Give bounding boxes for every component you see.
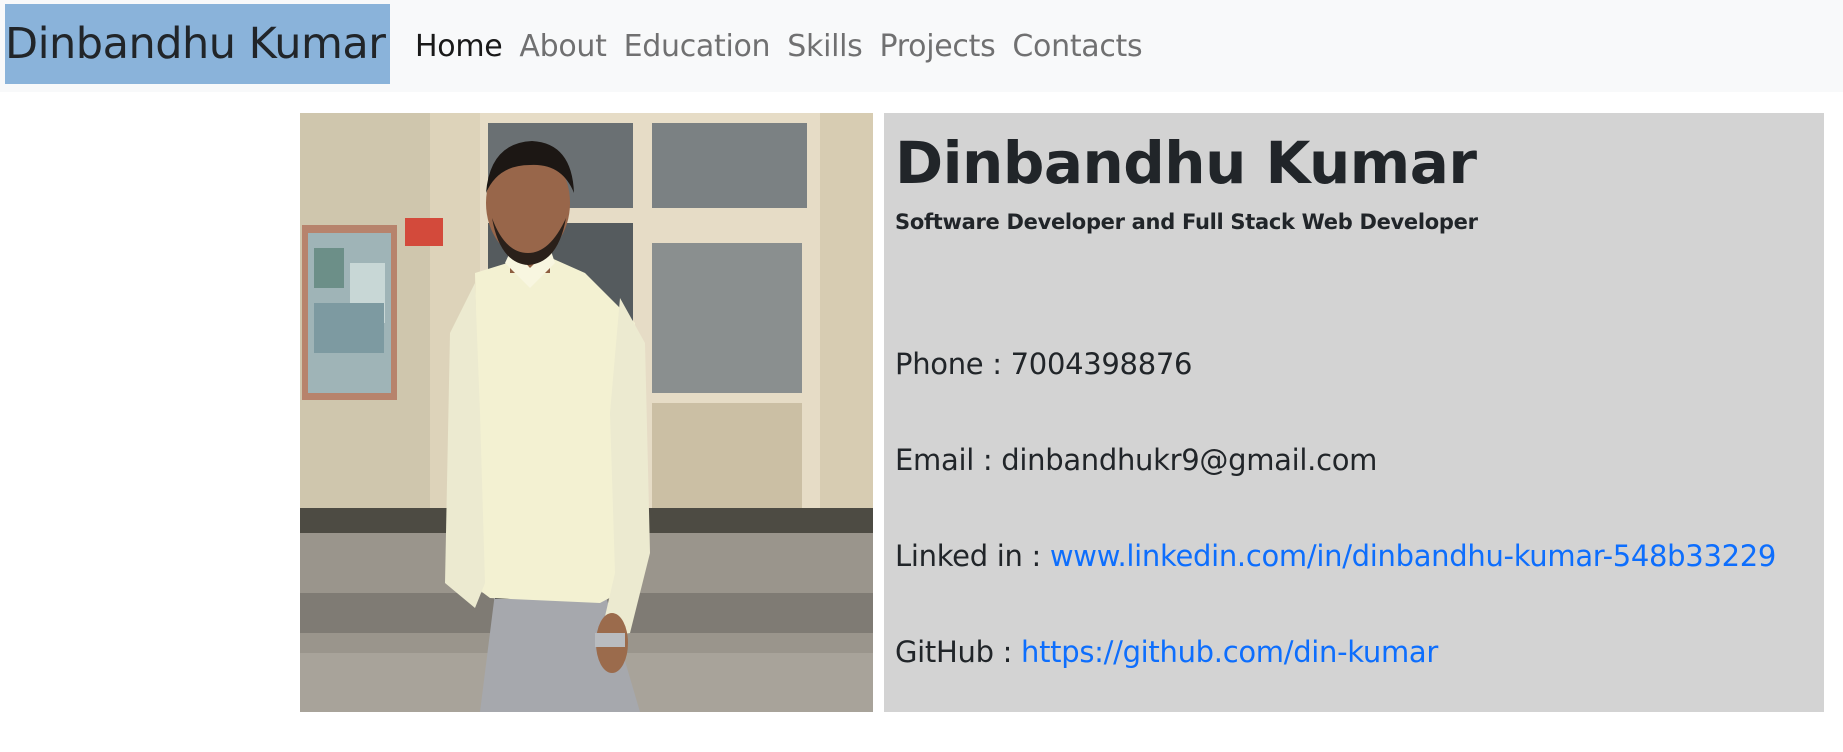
profile-photo xyxy=(300,113,873,712)
phone-label: Phone : xyxy=(895,347,1011,381)
email-value: dinbandhukr9@gmail.com xyxy=(1001,443,1378,477)
navbar: Dinbandhu Kumar Home About Education Ski… xyxy=(0,0,1843,92)
email-line: Email : dinbandhukr9@gmail.com xyxy=(895,443,1377,477)
nav-projects[interactable]: Projects xyxy=(880,29,996,64)
profile-subtitle: Software Developer and Full Stack Web De… xyxy=(895,210,1478,234)
linkedin-link[interactable]: www.linkedin.com/in/dinbandhu-kumar-548b… xyxy=(1050,539,1776,573)
brand-link[interactable]: Dinbandhu Kumar xyxy=(5,4,390,84)
phone-value: 7004398876 xyxy=(1010,347,1193,381)
email-label: Email : xyxy=(895,443,1002,477)
nav-education[interactable]: Education xyxy=(624,29,771,64)
nav-contacts[interactable]: Contacts xyxy=(1012,29,1142,64)
github-line: GitHub : https://github.com/din-kumar xyxy=(895,635,1438,669)
github-label: GitHub : xyxy=(895,635,1022,669)
profile-info-panel: Dinbandhu Kumar Software Developer and F… xyxy=(884,113,1824,712)
profile-name: Dinbandhu Kumar xyxy=(895,129,1477,197)
nav-about[interactable]: About xyxy=(519,29,607,64)
phone-line: Phone : 7004398876 xyxy=(895,347,1192,381)
profile-photo-illustration xyxy=(300,113,873,712)
linkedin-line: Linked in : www.linkedin.com/in/dinbandh… xyxy=(895,539,1776,573)
nav-links: Home About Education Skills Projects Con… xyxy=(415,22,1159,70)
github-link[interactable]: https://github.com/din-kumar xyxy=(1021,635,1438,669)
nav-skills[interactable]: Skills xyxy=(787,29,863,64)
linkedin-label: Linked in : xyxy=(895,539,1050,573)
nav-home[interactable]: Home xyxy=(415,29,503,64)
